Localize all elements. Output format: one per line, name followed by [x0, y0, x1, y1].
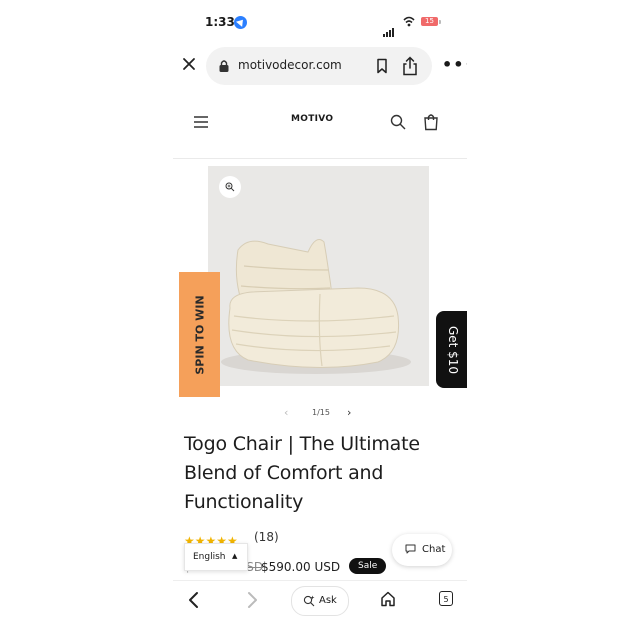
tabs-icon[interactable]: 5: [439, 591, 453, 606]
battery-icon: 15: [421, 17, 441, 26]
get-discount-tab[interactable]: Get $10: [436, 311, 467, 388]
chevron-right-icon[interactable]: ›: [347, 406, 351, 419]
location-icon: [234, 16, 247, 29]
url-text: motivodecor.com: [238, 58, 342, 72]
get-discount-label: Get $10: [445, 325, 460, 374]
ask-button[interactable]: Ask: [291, 586, 349, 616]
search-icon[interactable]: [390, 114, 406, 130]
menu-icon[interactable]: [193, 114, 209, 130]
product-title: Togo Chair | The Ultimate Blend of Comfo…: [184, 433, 420, 513]
caret-up-icon: ▲: [232, 552, 238, 560]
status-time: 1:33: [205, 15, 235, 29]
chevron-left-icon[interactable]: ‹: [284, 406, 288, 419]
spin-to-win-label: SPIN TO WIN: [193, 294, 206, 375]
chair-illustration: [208, 166, 429, 386]
ask-label: Ask: [319, 595, 337, 606]
review-count: (18): [254, 530, 279, 544]
forward-arrow-icon[interactable]: [245, 590, 259, 610]
zoom-button[interactable]: [219, 176, 241, 198]
browser-viewport: 1:33 15 motivodecor.com •• MOTIVO SPIN T…: [173, 0, 467, 640]
close-icon[interactable]: [181, 56, 197, 72]
site-logo[interactable]: MOTIVO: [291, 114, 333, 124]
image-counter: 1/15: [312, 408, 330, 417]
chat-button[interactable]: Chat: [392, 534, 452, 566]
share-icon[interactable]: [402, 56, 418, 76]
browser-toolbar: Ask 5: [173, 580, 467, 621]
lock-icon: [219, 60, 229, 72]
chat-bubble-icon: [405, 544, 416, 554]
back-arrow-icon[interactable]: [187, 590, 201, 610]
more-options-icon[interactable]: •••: [442, 55, 467, 74]
address-bar-row: motivodecor.com •••: [173, 47, 467, 85]
signal-icon: [383, 18, 395, 37]
status-bar: 1:33 15: [173, 10, 467, 37]
zoom-icon: [225, 182, 235, 192]
ask-search-icon: [303, 595, 315, 607]
chat-label: Chat: [422, 544, 446, 555]
language-selector[interactable]: English ▲: [184, 543, 248, 571]
sale-price: $590.00 USD: [261, 560, 341, 574]
sale-badge: Sale: [349, 558, 387, 574]
site-header: MOTIVO: [173, 100, 467, 146]
image-pager: ‹ 1/15 ›: [173, 406, 467, 420]
header-divider: [173, 158, 467, 159]
spin-to-win-tab[interactable]: SPIN TO WIN: [179, 272, 220, 397]
address-bar[interactable]: motivodecor.com: [206, 47, 432, 85]
home-icon[interactable]: [380, 591, 396, 607]
bookmark-icon[interactable]: [376, 58, 388, 74]
cart-icon[interactable]: [423, 113, 439, 131]
language-label: English: [193, 552, 226, 562]
product-image[interactable]: [208, 166, 429, 386]
wifi-icon: [403, 16, 415, 27]
